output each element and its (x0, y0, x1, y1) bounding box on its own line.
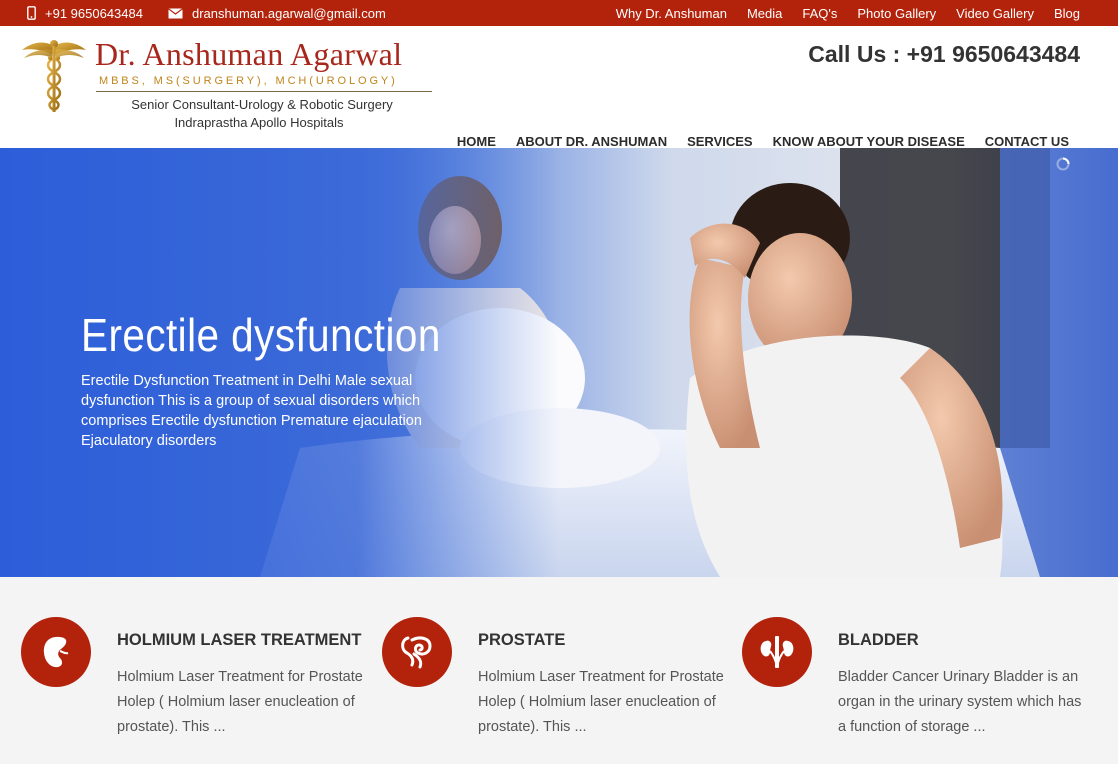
slider-loader-icon (1056, 157, 1070, 171)
urinary-system-icon (742, 617, 812, 687)
prostate-icon (382, 617, 452, 687)
kidney-icon (21, 617, 91, 687)
toplink-faqs[interactable]: FAQ's (802, 6, 837, 21)
service-text: Holmium Laser Treatment for Prostate Hol… (117, 669, 363, 735)
hero-description: Erectile Dysfunction Treatment in Delhi … (81, 373, 422, 449)
topbar-phone-text: +91 9650643484 (45, 5, 143, 21)
envelope-icon (168, 7, 183, 19)
site-header: Dr. Anshuman Agarwal MBBS, MS(SURGERY), … (0, 26, 1118, 149)
service-card-holmium[interactable]: HOLMIUM LASER TREATMENT Holmium Laser Tr… (21, 577, 363, 764)
topbar-email-text: dranshuman.agarwal@gmail.com (192, 5, 386, 21)
hero-title: Erectile dysfunction (81, 309, 441, 361)
nav-services[interactable]: SERVICES (687, 134, 753, 149)
caduceus-icon[interactable] (20, 36, 88, 116)
hero-slider[interactable]: Erectile dysfunction Erectile Dysfunctio… (0, 148, 1118, 577)
logo-subtitle-role: Senior Consultant-Urology & Robotic Surg… (131, 97, 393, 112)
top-links: Why Dr. Anshuman Media FAQ's Photo Galle… (596, 0, 1080, 26)
service-title[interactable]: HOLMIUM LASER TREATMENT (117, 631, 361, 650)
nav-home[interactable]: HOME (457, 134, 496, 149)
services-section: HOLMIUM LASER TREATMENT Holmium Laser Tr… (0, 577, 1118, 764)
service-card-bladder[interactable]: BLADDER Bladder Cancer Urinary Bladder i… (742, 577, 1082, 764)
top-bar: +91 9650643484 dranshuman.agarwal@gmail.… (0, 0, 1118, 26)
topbar-phone[interactable]: +91 9650643484 (27, 0, 143, 26)
nav-about[interactable]: ABOUT DR. ANSHUMAN (516, 134, 667, 149)
service-title[interactable]: BLADDER (838, 631, 919, 650)
toplink-blog[interactable]: Blog (1054, 6, 1080, 21)
logo-subtitle-hospital: Indraprastha Apollo Hospitals (174, 115, 344, 130)
mobile-phone-icon (27, 6, 36, 20)
service-text: Holmium Laser Treatment for Prostate Hol… (478, 669, 724, 735)
logo-divider (96, 91, 432, 92)
toplink-photo-gallery[interactable]: Photo Gallery (857, 6, 936, 21)
topbar-email[interactable]: dranshuman.agarwal@gmail.com (168, 0, 386, 26)
service-card-prostate[interactable]: PROSTATE Holmium Laser Treatment for Pro… (382, 577, 724, 764)
service-text: Bladder Cancer Urinary Bladder is an org… (838, 669, 1082, 735)
hero-image (0, 148, 1118, 577)
service-title[interactable]: PROSTATE (478, 631, 565, 650)
nav-contact[interactable]: CONTACT US (985, 134, 1069, 149)
toplink-video-gallery[interactable]: Video Gallery (956, 6, 1034, 21)
call-us-number[interactable]: Call Us : +91 9650643484 (808, 41, 1080, 68)
main-nav: HOME ABOUT DR. ANSHUMAN SERVICES KNOW AB… (437, 134, 1069, 149)
logo-degrees: MBBS, MS(SURGERY), MCH(UROLOGY) (99, 75, 398, 87)
nav-know-about-disease[interactable]: KNOW ABOUT YOUR DISEASE (773, 134, 965, 149)
toplink-why-dr-anshuman[interactable]: Why Dr. Anshuman (616, 6, 727, 21)
toplink-media[interactable]: Media (747, 6, 782, 21)
logo-name[interactable]: Dr. Anshuman Agarwal (95, 36, 402, 73)
